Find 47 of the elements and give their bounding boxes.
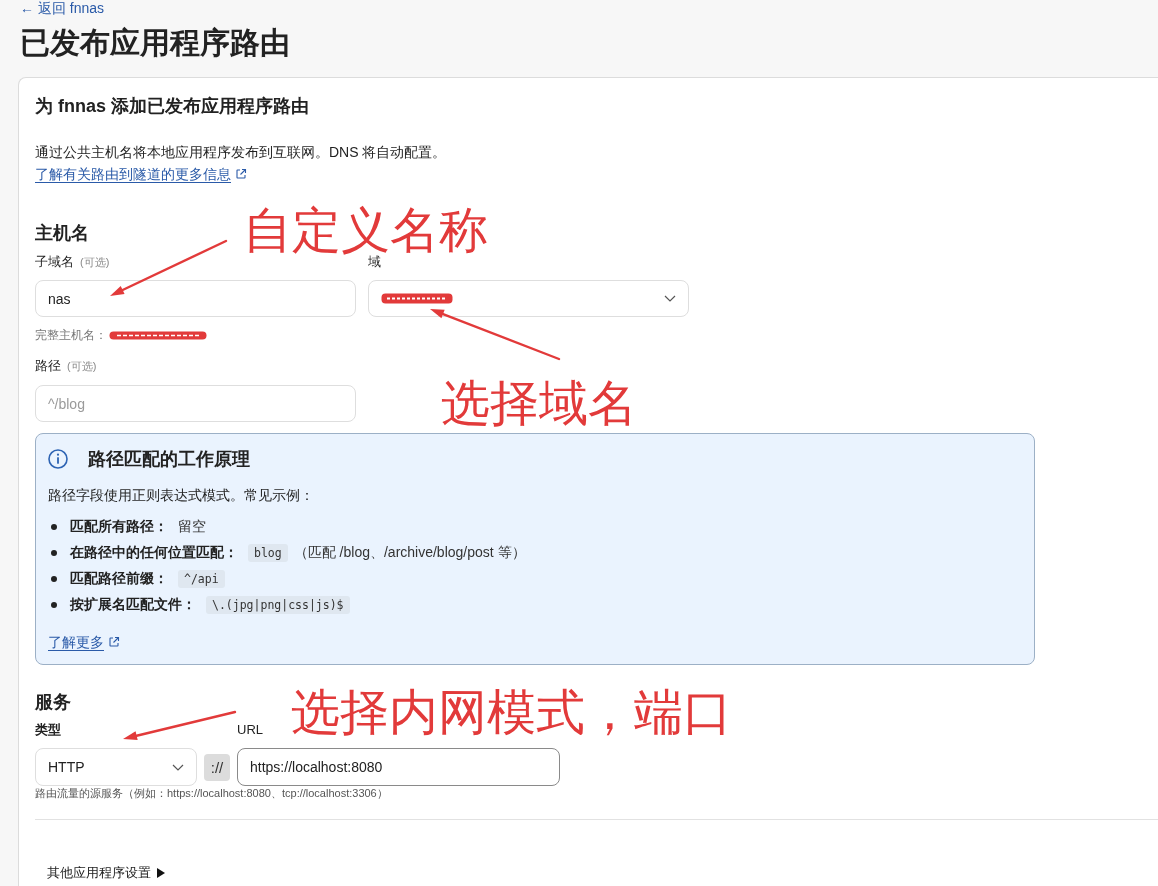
domain-select[interactable] [368, 280, 689, 317]
optional-hint: (可选) [80, 255, 110, 270]
example-note: （匹配 /blog、/archive/blog/post 等） [293, 544, 526, 562]
example-label: 按扩展名匹配文件： [70, 596, 196, 614]
example-value: 留空 [178, 518, 206, 536]
example-label: 在路径中的任何位置匹配： [70, 544, 238, 562]
learn-more-link[interactable]: 了解有关路由到隧道的更多信息 [35, 163, 231, 185]
subdomain-input[interactable]: nas [35, 280, 356, 317]
code-snippet: \.(jpg|png|css|js)$ [206, 596, 350, 614]
bullet-icon [51, 550, 57, 556]
url-input[interactable]: https://localhost:8080 [237, 748, 560, 786]
back-link[interactable]: ← 返回 fnnas [20, 0, 105, 16]
optional-hint: (可选) [67, 359, 97, 374]
additional-settings-toggle[interactable]: 其他应用程序设置 [35, 864, 165, 882]
annotation-text: 自定义名称 [243, 207, 488, 253]
code-snippet: ^/api [178, 570, 225, 588]
bullet-icon [51, 524, 57, 530]
section-heading: 主机名 [35, 222, 89, 245]
path-input[interactable]: ^/blog [35, 385, 356, 422]
bullet-icon [51, 602, 57, 608]
info-icon [48, 449, 68, 469]
description-text: 通过公共主机名将本地应用程序发布到互联网。DNS 将自动配置。 [35, 143, 447, 162]
info-intro: 路径字段使用正则表达式模式。常见示例： [48, 486, 314, 505]
info-title: 路径匹配的工作原理 [88, 448, 250, 471]
protocol-separator: :// [204, 753, 230, 781]
helper-text: 路由流量的源服务（例如：https://localhost:8080、tcp://localhost:3306） [35, 786, 388, 800]
card-title: 为 fnnas 添加已发布应用程序路由 [35, 95, 309, 118]
full-hostname-label: 完整主机名： [35, 327, 107, 344]
field-label: 子域名 [35, 253, 74, 271]
section-heading: 服务 [35, 691, 71, 714]
bullet-icon [51, 576, 57, 582]
example-label: 匹配路径前缀： [70, 570, 168, 588]
external-link-icon [108, 636, 120, 648]
field-label: 类型 [35, 721, 61, 739]
field-label: 路径 [35, 357, 61, 375]
field-label: URL [237, 721, 263, 739]
example-label: 匹配所有路径： [70, 518, 168, 536]
external-link-icon [235, 168, 247, 180]
field-label: 域 [368, 254, 381, 271]
page-title: 已发布应用程序路由 [20, 26, 290, 60]
chevron-down-icon [664, 295, 676, 302]
chevron-down-icon [172, 763, 184, 771]
annotation-text: 选择域名 [441, 380, 637, 426]
type-select[interactable]: HTTP [35, 748, 197, 786]
learn-more-link[interactable]: 了解更多 [48, 631, 104, 653]
code-snippet: blog [248, 544, 288, 562]
annotation-text: 选择内网模式，端口 [291, 689, 732, 735]
